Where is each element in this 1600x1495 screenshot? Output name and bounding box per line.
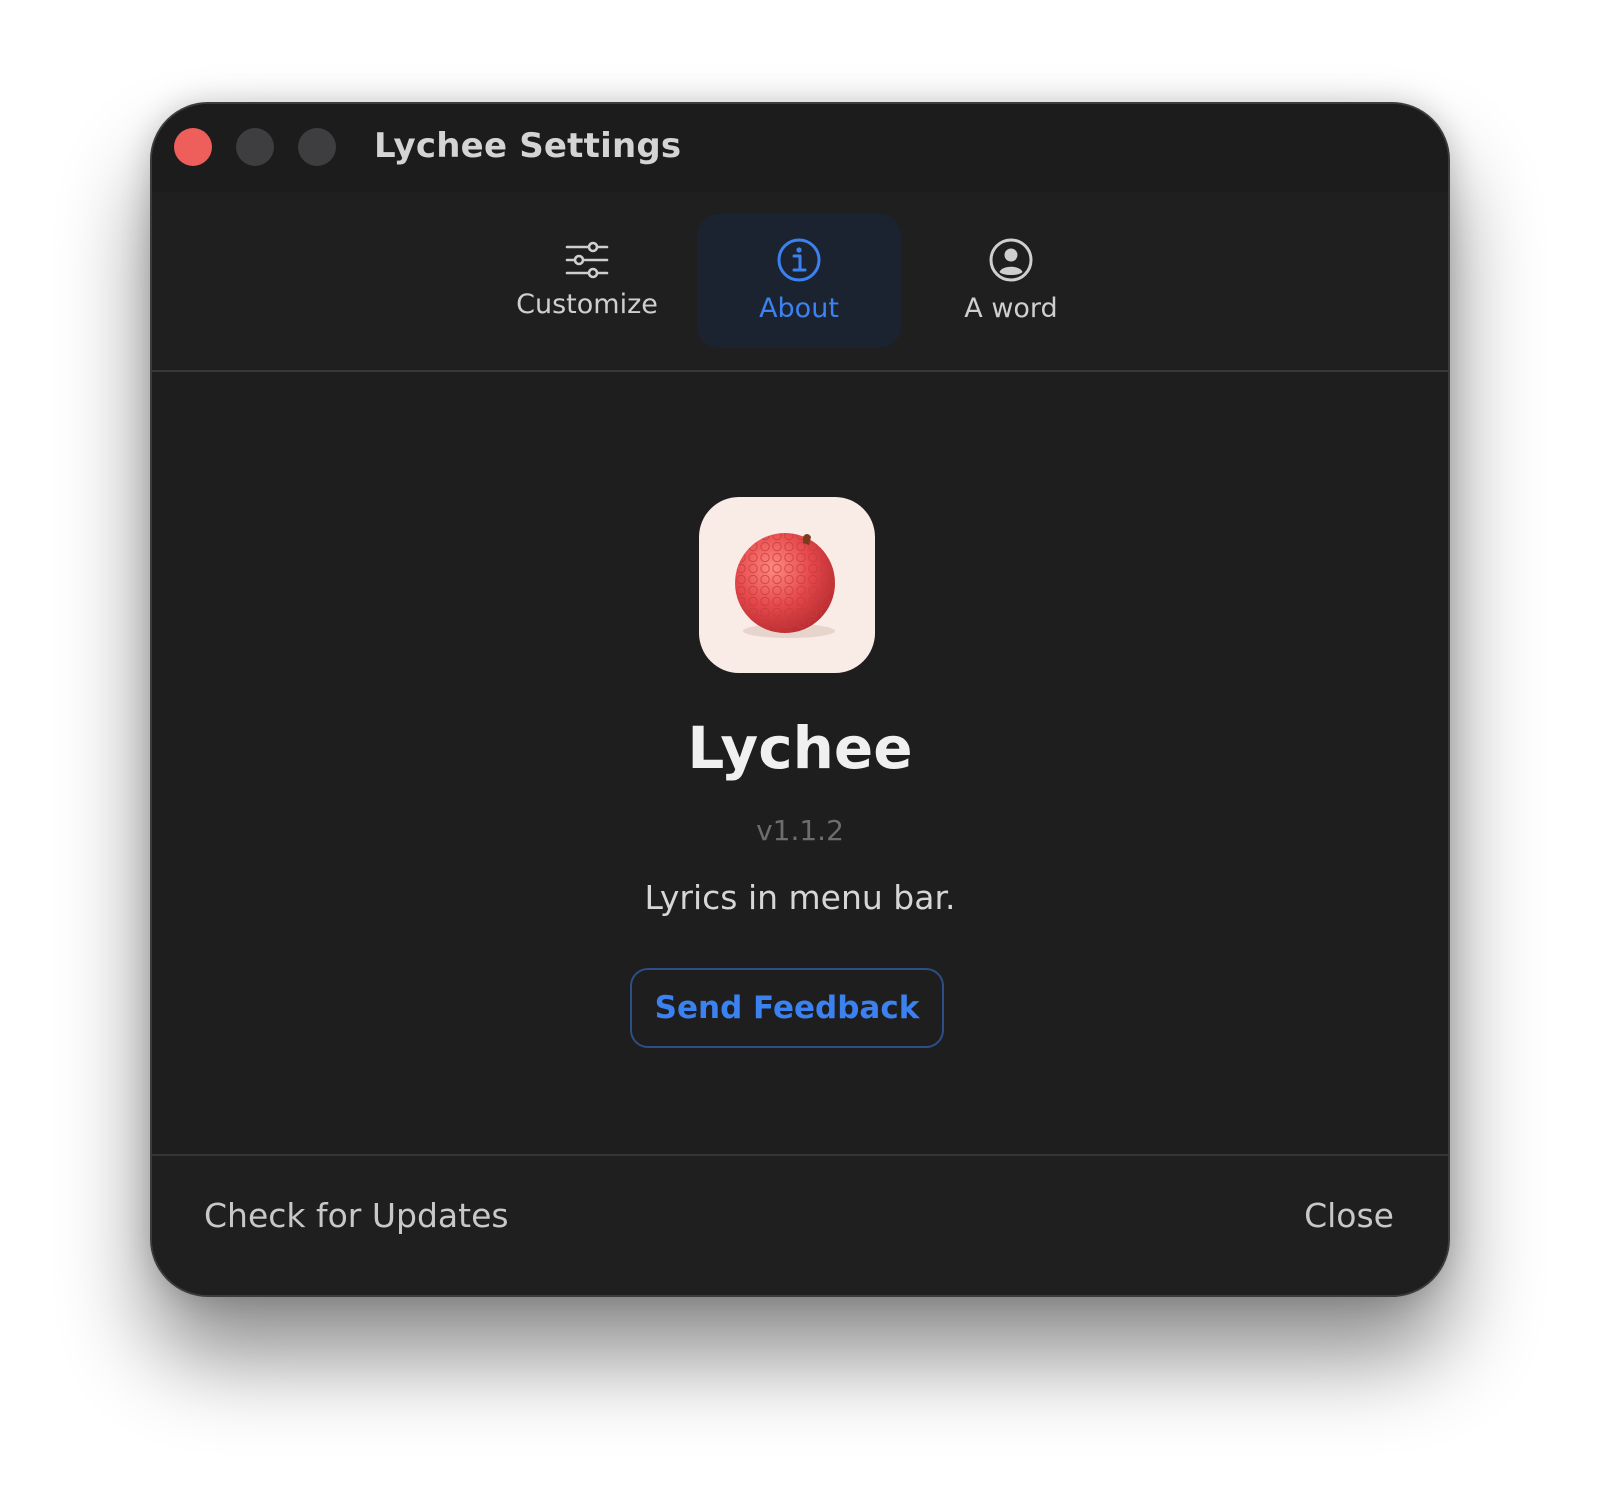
window-zoom-button[interactable] [298,128,336,166]
settings-window: Lychee Settings Customize About A word L… [150,102,1450,1297]
tab-about-label: About [759,293,839,324]
person-circle-icon [989,238,1033,282]
footer-bar: Check for Updates Close [152,1154,1448,1295]
sliders-icon [565,241,609,279]
window-title: Lychee Settings [374,126,682,166]
app-version: v1.1.2 [756,814,844,847]
settings-toolbar: Customize About A word [152,192,1448,372]
tab-about[interactable]: About [697,214,901,348]
app-tagline: Lyrics in menu bar. [644,878,956,917]
window-close-button[interactable] [174,128,212,166]
about-panel: Lychee v1.1.2 Lyrics in menu bar. Send F… [152,372,1448,1154]
tab-customize-label: Customize [516,289,658,320]
window-minimize-button[interactable] [236,128,274,166]
close-button[interactable]: Close [1304,1194,1394,1238]
title-bar[interactable]: Lychee Settings [152,104,1448,192]
tab-a-word-label: A word [964,293,1058,324]
send-feedback-button[interactable]: Send Feedback [630,968,944,1048]
check-for-updates-button[interactable]: Check for Updates [204,1194,509,1238]
info-circle-icon [777,238,821,282]
lychee-fruit-icon [699,497,875,673]
tab-a-word[interactable]: A word [909,214,1113,348]
app-name: Lychee [687,714,913,782]
tab-customize[interactable]: Customize [485,214,689,348]
